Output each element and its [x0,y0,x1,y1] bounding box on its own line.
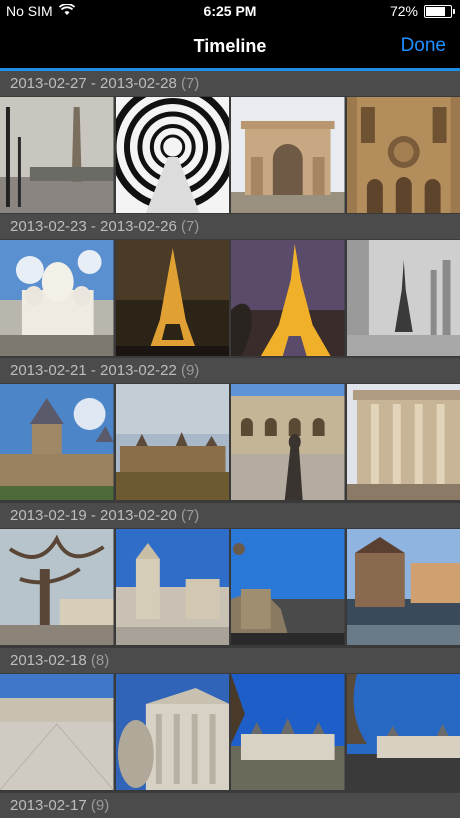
section-photo-count: (9) [180,362,200,379]
section-header: 2013-02-18 (8) [0,648,460,673]
section-date-range: 2013-02-23 - 2013-02-26 [10,218,177,235]
section-photo-count: (7) [180,75,200,92]
section-header: 2013-02-27 - 2013-02-28 (7) [0,71,460,96]
photo-thumbnail[interactable] [115,384,229,500]
photo-thumbnail[interactable] [115,240,229,356]
photo-thumbnail[interactable] [231,384,345,500]
photo-grid [0,240,460,356]
photo-thumbnail[interactable] [346,384,460,500]
section-photo-count: (7) [180,507,200,524]
section-date-range: 2013-02-17 [10,797,87,814]
battery-icon [424,4,455,18]
section-date-range: 2013-02-19 - 2013-02-20 [10,507,177,524]
photo-thumbnail[interactable] [115,674,229,790]
section-photo-count: (9) [90,797,110,814]
photo-thumbnail[interactable] [0,384,114,500]
photo-thumbnail[interactable] [115,529,229,645]
photo-grid [0,529,460,645]
section-photo-count: (7) [180,218,200,235]
photo-thumbnail[interactable] [231,674,345,790]
section-header: 2013-02-21 - 2013-02-22 (9) [0,358,460,383]
section-header: 2013-02-23 - 2013-02-26 (7) [0,214,460,239]
section-date-range: 2013-02-21 - 2013-02-22 [10,362,177,379]
status-bar: No SIM 6:25 PM 72% [0,0,460,22]
photo-thumbnail[interactable] [0,529,114,645]
photo-thumbnail[interactable] [0,674,114,790]
section-date-range: 2013-02-18 [10,652,87,669]
photo-grid [0,384,460,500]
photo-thumbnail[interactable] [0,240,114,356]
done-button[interactable]: Done [401,35,446,57]
photo-thumbnail[interactable] [231,529,345,645]
page-title: Timeline [193,36,267,56]
section-date-range: 2013-02-27 - 2013-02-28 [10,75,177,92]
photo-thumbnail[interactable] [231,240,345,356]
photo-grid [0,674,460,790]
photo-thumbnail[interactable] [346,529,460,645]
photo-grid [0,97,460,213]
photo-thumbnail[interactable] [231,97,345,213]
section-header: 2013-02-17 (9) [0,793,460,818]
photo-thumbnail[interactable] [115,97,229,213]
battery-percent: 72% [389,3,418,19]
photo-thumbnail[interactable] [346,97,460,213]
photo-thumbnail[interactable] [346,674,460,790]
section-header: 2013-02-19 - 2013-02-20 (7) [0,503,460,528]
photo-thumbnail[interactable] [346,240,460,356]
photo-thumbnail[interactable] [0,97,114,213]
navigation-bar: Timeline Done [0,22,460,68]
section-photo-count: (8) [90,652,110,669]
